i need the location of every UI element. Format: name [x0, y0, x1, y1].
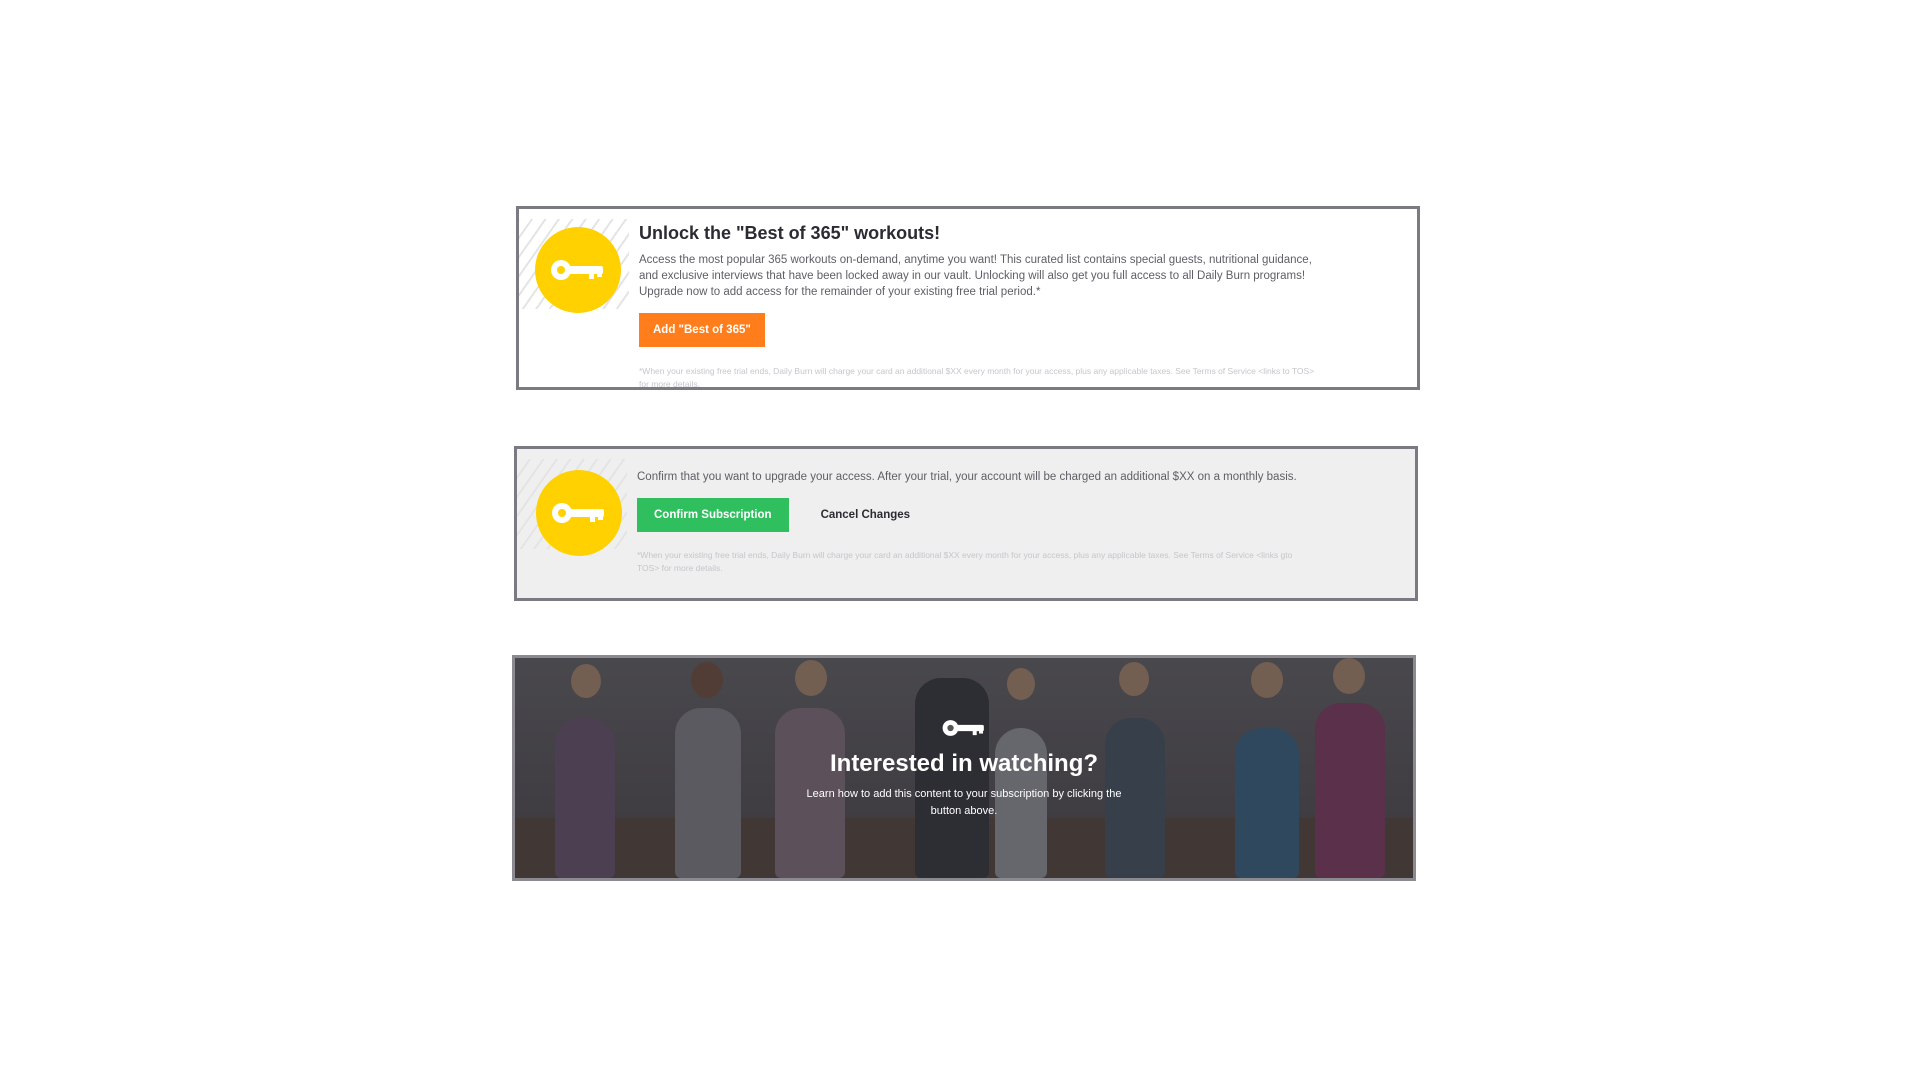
unlock-fine-print: *When your existing free trial ends, Dai… [639, 366, 1315, 389]
confirm-card: Confirm that you want to upgrade your ac… [514, 446, 1418, 601]
key-icon [942, 720, 984, 736]
confirm-content: Confirm that you want to upgrade your ac… [637, 469, 1315, 575]
video-teaser-card: Interested in watching? Learn how to add… [512, 655, 1416, 881]
key-icon [551, 260, 603, 280]
video-title: Interested in watching? [829, 750, 1099, 777]
confirm-subscription-button[interactable]: Confirm Subscription [637, 498, 789, 532]
unlock-content: Unlock the "Best of 365" workouts! Acces… [639, 223, 1317, 389]
key-icon [552, 503, 604, 523]
cancel-changes-button[interactable]: Cancel Changes [815, 508, 916, 522]
unlock-description: Access the most popular 365 workouts on-… [639, 254, 1312, 298]
video-overlay: Interested in watching? Learn how to add… [515, 658, 1413, 878]
confirm-description: Confirm that you want to upgrade your ac… [637, 471, 1297, 483]
video-subtitle: Learn how to add this content to your su… [806, 788, 1122, 817]
key-badge [536, 470, 622, 556]
key-badge [535, 227, 621, 313]
unlock-card: Unlock the "Best of 365" workouts! Acces… [516, 206, 1420, 390]
add-best-of-365-button[interactable]: Add "Best of 365" [639, 313, 765, 347]
unlock-title: Unlock the "Best of 365" workouts! [639, 223, 941, 243]
unlock-actions: Add "Best of 365" [639, 313, 1317, 347]
confirm-actions: Confirm Subscription Cancel Changes [637, 498, 1315, 532]
confirm-fine-print: *When your existing free trial ends, Dai… [637, 550, 1293, 573]
